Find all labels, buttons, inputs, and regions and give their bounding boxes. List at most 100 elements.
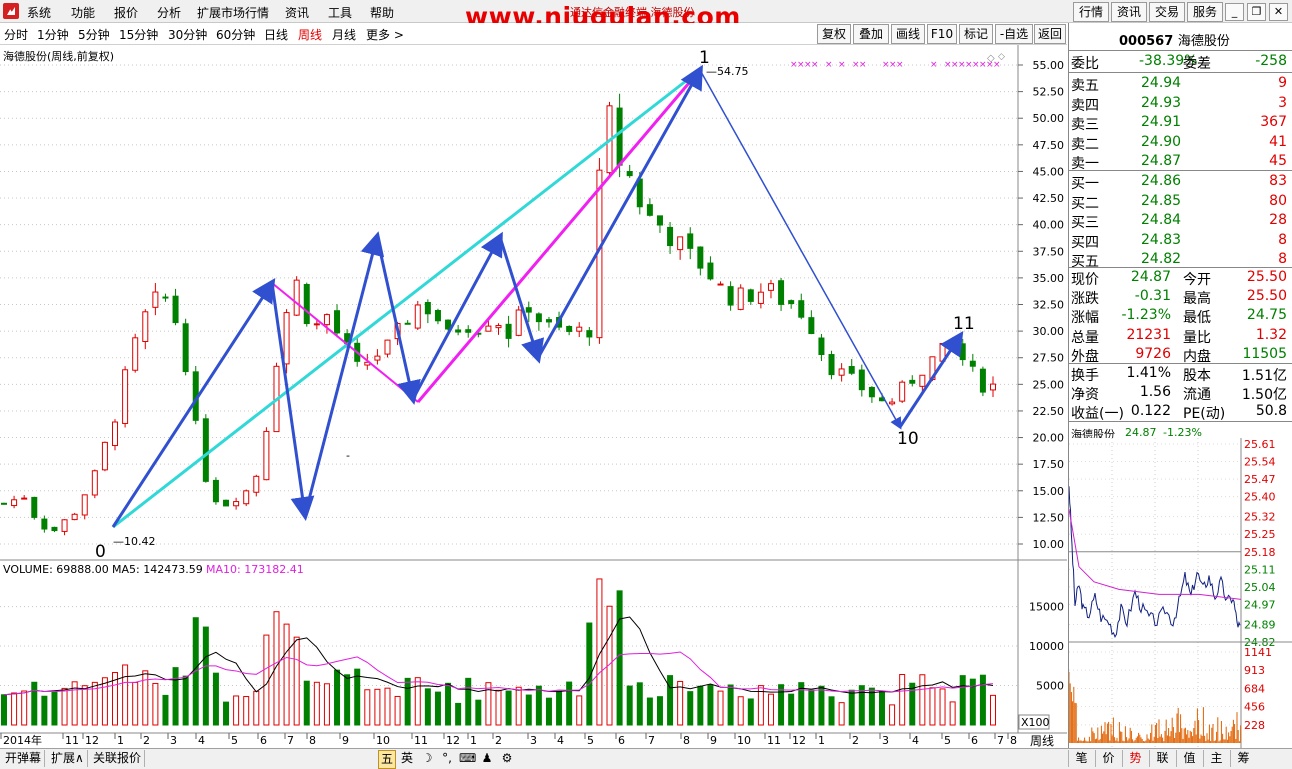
tab-chips[interactable]: 筹 [1230, 750, 1256, 767]
candle-down [828, 354, 835, 376]
mini-vol-tick: 228 [1244, 719, 1265, 732]
tab-price[interactable]: 价 [1095, 750, 1121, 767]
menu-system[interactable]: 系统 [27, 4, 51, 21]
ime-english-icon[interactable]: 英 [399, 750, 415, 767]
volume-bar-down [909, 682, 916, 726]
wave-label-10: 10 [897, 429, 919, 449]
dash-mark: - [346, 449, 350, 462]
bid-row: 买三 24.84 28 [1071, 212, 1287, 231]
ime-skin-icon[interactable]: ♟ [479, 750, 495, 767]
signal-x-mark: × [896, 60, 904, 70]
fuquan-button[interactable]: 复权 [817, 24, 851, 44]
minimize-icon[interactable]: _ [1225, 3, 1244, 21]
period-60min[interactable]: 60分钟 [216, 26, 255, 43]
volume-bar-up [374, 688, 381, 726]
date-label: 3 [530, 734, 537, 747]
quotes-button[interactable]: 行情 [1073, 2, 1109, 22]
volume-bar-down [505, 690, 512, 726]
stat-row: 外盘 9726 内盘 11505 [1071, 345, 1287, 365]
price-tick-label: 30.00 [1033, 325, 1065, 338]
menu-function[interactable]: 功能 [71, 4, 95, 21]
price-tick-label: 22.50 [1033, 405, 1065, 418]
ime-punct-icon[interactable]: °, [439, 750, 455, 767]
candle-up [253, 475, 260, 493]
back-button[interactable]: 返回 [1034, 24, 1066, 44]
service-button[interactable]: 服务 [1187, 2, 1223, 22]
volume-bar-down [51, 690, 58, 726]
volume-bar-down [707, 684, 714, 726]
tab-related[interactable]: 联 [1149, 750, 1175, 767]
candle-up [313, 323, 320, 326]
menu-quote[interactable]: 报价 [114, 4, 138, 21]
period-label: 周线 [1030, 734, 1054, 748]
trade-button[interactable]: 交易 [1149, 2, 1185, 22]
restore-icon[interactable]: ❐ [1247, 3, 1266, 21]
date-label: 11 [414, 734, 428, 747]
ime-moon-icon[interactable]: ☽ [419, 750, 435, 767]
price-tick-label: 35.00 [1033, 272, 1065, 285]
menu-extended-market[interactable]: 扩展市场行情 [197, 4, 269, 21]
candle-down [909, 379, 916, 384]
menu-analysis[interactable]: 分析 [157, 4, 181, 21]
volume-bar-down [858, 685, 865, 726]
candle-down [616, 107, 623, 166]
intraday-mini-chart[interactable]: 25.61 25.54 25.47 25.40 25.32 25.25 25.18 25.11… [1069, 438, 1292, 748]
extend-button[interactable]: 扩展∧ [48, 750, 88, 767]
candle-down [747, 289, 754, 302]
price-tick-label: 40.00 [1033, 219, 1065, 232]
menu-news[interactable]: 资讯 [285, 4, 309, 21]
menu-help[interactable]: 帮助 [370, 4, 394, 21]
period-more[interactable]: 更多 > [366, 26, 404, 43]
candle-up [757, 291, 764, 304]
candle-up [677, 236, 684, 251]
candle-down [505, 323, 512, 339]
period-30min[interactable]: 30分钟 [168, 26, 207, 43]
draw-button[interactable]: 画线 [891, 24, 925, 44]
candle-down [162, 296, 169, 299]
ime-settings-icon[interactable]: ⚙ [499, 750, 515, 767]
volume-bar-down [182, 675, 189, 726]
tab-trend[interactable]: 势 [1122, 750, 1148, 767]
candle-down [848, 366, 855, 374]
period-15min[interactable]: 15分钟 [119, 26, 158, 43]
ask-row: 卖二 24.90 41 [1071, 133, 1287, 153]
period-1min[interactable]: 1分钟 [37, 26, 69, 43]
volume-bar-up [21, 690, 28, 726]
period-weekly[interactable]: 周线 [298, 26, 322, 43]
ime-keyboard-icon[interactable]: ⌨ [459, 750, 476, 767]
candle-up [384, 339, 391, 355]
close-icon[interactable]: ✕ [1269, 3, 1288, 21]
volume-bar-down [202, 626, 209, 726]
volume-bar-up [939, 688, 946, 726]
volume-tick-label: 10000 [1029, 640, 1064, 653]
weibi-row: 委比 -38.39% 委差 -258 [1071, 53, 1287, 72]
kline-chart[interactable]: 55.00 52.50 50.00 47.50 45.00 42.50 40.00 37.50… [0, 45, 1067, 748]
overlay-button[interactable]: 叠加 [853, 24, 889, 44]
f10-button[interactable]: F10 [927, 24, 957, 44]
related-quote-button[interactable]: 关联报价 [90, 750, 146, 767]
period-5min[interactable]: 5分钟 [78, 26, 110, 43]
ime-wubi-icon[interactable]: 五 [378, 750, 396, 769]
tab-main[interactable]: 主 [1203, 750, 1229, 767]
date-label: 6 [260, 734, 267, 747]
tab-bi[interactable]: 笔 [1068, 750, 1094, 767]
price-tick-label: 10.00 [1033, 538, 1065, 551]
candle-down [525, 307, 532, 313]
mark-button[interactable]: 标记 [959, 24, 993, 44]
menu-tools[interactable]: 工具 [328, 4, 352, 21]
tab-value[interactable]: 值 [1176, 750, 1202, 767]
diamond-icon: ◇ [987, 53, 995, 64]
add-watchlist-button[interactable]: -自选 [995, 24, 1033, 44]
volume-bar-up [263, 634, 270, 726]
volume-bar-down [818, 685, 825, 726]
price-tick-label: 37.50 [1033, 245, 1065, 258]
volume-bar-up [485, 682, 492, 726]
period-monthly[interactable]: 月线 [332, 26, 356, 43]
period-daily[interactable]: 日线 [264, 26, 288, 43]
stock-code: 000567 海德股份 [1119, 34, 1230, 49]
danmaku-button[interactable]: 开弹幕 [2, 750, 46, 767]
volume-bar-up [122, 664, 129, 726]
price-tick-label: 12.50 [1033, 511, 1065, 524]
period-intraday[interactable]: 分时 [4, 26, 28, 43]
news-button[interactable]: 资讯 [1111, 2, 1147, 22]
